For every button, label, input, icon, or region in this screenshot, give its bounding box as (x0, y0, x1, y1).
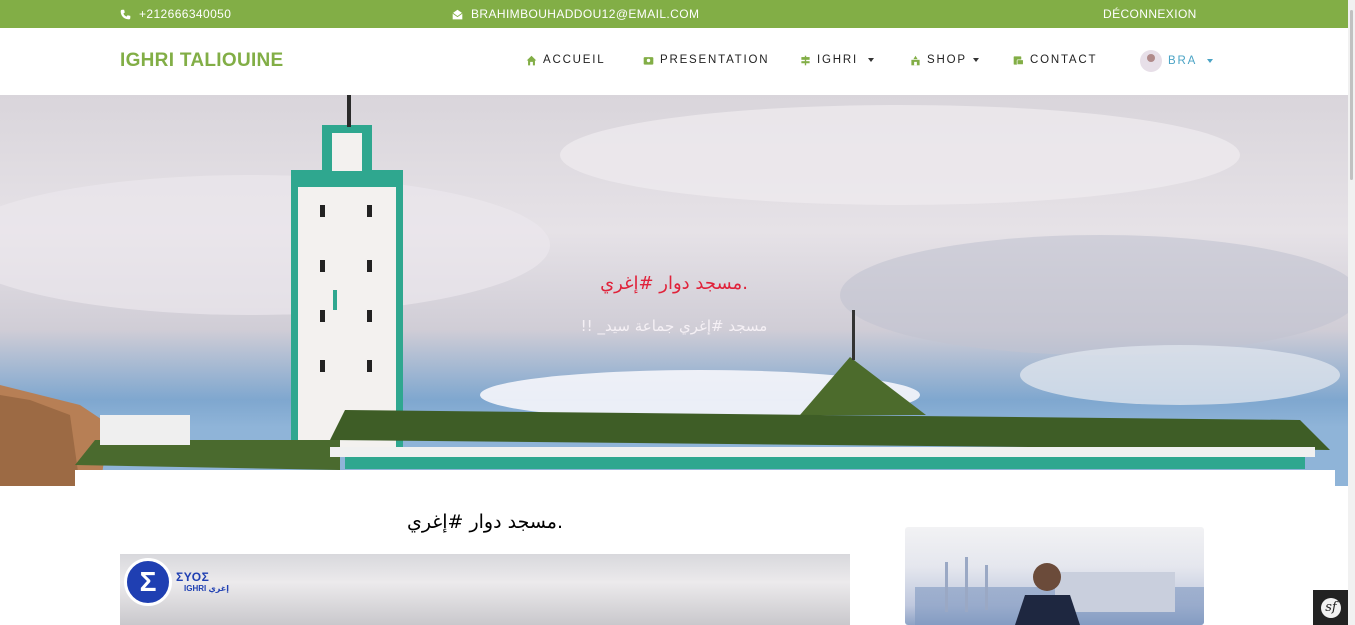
nav-label-contact: CONTACT (1030, 54, 1098, 66)
post-title: مسجد دوار #إغري. (406, 511, 564, 533)
top-contact-bar: +212666340050 BRAHIMBOUHADDOU12@EMAIL.CO… (0, 0, 1348, 28)
nav-item-shop[interactable]: SHOP (910, 54, 979, 66)
avatar (1140, 50, 1162, 72)
chevron-down-icon (972, 58, 979, 62)
marina-photo (915, 557, 1204, 625)
main-navbar: IGHRI TALIOUINE ACCUEIL PRESENTATION IGH… (0, 28, 1348, 95)
chevron-down-icon (1207, 59, 1214, 63)
signpost-icon (801, 55, 810, 65)
hero-subtitle: !! _مسجد #إغري جماعة سيد (580, 317, 768, 335)
nav-item-accueil[interactable]: ACCUEIL (526, 54, 605, 66)
sigma-logo-icon: Σ (124, 558, 172, 606)
symfony-icon: sf (1321, 598, 1341, 618)
contact-card-icon (1013, 55, 1024, 65)
nav-label-shop: SHOP (927, 54, 967, 66)
nav-item-presentation[interactable]: PRESENTATION (643, 54, 769, 66)
user-menu-label: BRA (1168, 55, 1198, 67)
logo-subtext: IGHRI إغري (184, 584, 229, 593)
symfony-toolbar-toggle[interactable]: sf (1313, 590, 1348, 625)
hero-title: مسجد دوار #إغري. (600, 273, 748, 294)
email-address: BRAHIMBOUHADDOU12@EMAIL.COM (471, 7, 700, 21)
scrollbar-thumb[interactable] (1350, 10, 1353, 180)
id-card-icon (643, 56, 654, 65)
logo-text: ΣΥΟΣ (176, 570, 210, 584)
post-image[interactable]: Σ ΣΥΟΣ IGHRI إغري (120, 554, 850, 625)
nav-label-accueil: ACCUEIL (543, 54, 606, 66)
phone-number: +212666340050 (139, 7, 232, 21)
nav-item-ighri[interactable]: IGHRI (800, 54, 874, 66)
home-icon (526, 55, 537, 65)
chevron-down-icon (867, 58, 874, 62)
nav-label-presentation: PRESENTATION (660, 54, 770, 66)
sidebar-profile-image[interactable] (905, 527, 1204, 625)
hero-banner: مسجد دوار #إغري. !! _مسجد #إغري جماعة سي… (0, 95, 1348, 486)
store-icon (911, 55, 920, 65)
phone-icon (120, 9, 131, 19)
logout-label: DÉCONNEXION (1103, 7, 1197, 21)
nav-item-contact[interactable]: CONTACT (1013, 54, 1097, 66)
phone-contact[interactable]: +212666340050 (120, 7, 231, 21)
logout-link[interactable]: DÉCONNEXION (1103, 7, 1197, 21)
user-menu[interactable]: BRA (1140, 50, 1214, 72)
nav-label-ighri: IGHRI (817, 54, 858, 66)
site-brand[interactable]: IGHRI TALIOUINE (120, 50, 284, 72)
email-contact[interactable]: BRAHIMBOUHADDOU12@EMAIL.COM (452, 7, 699, 21)
envelope-icon (452, 9, 463, 19)
